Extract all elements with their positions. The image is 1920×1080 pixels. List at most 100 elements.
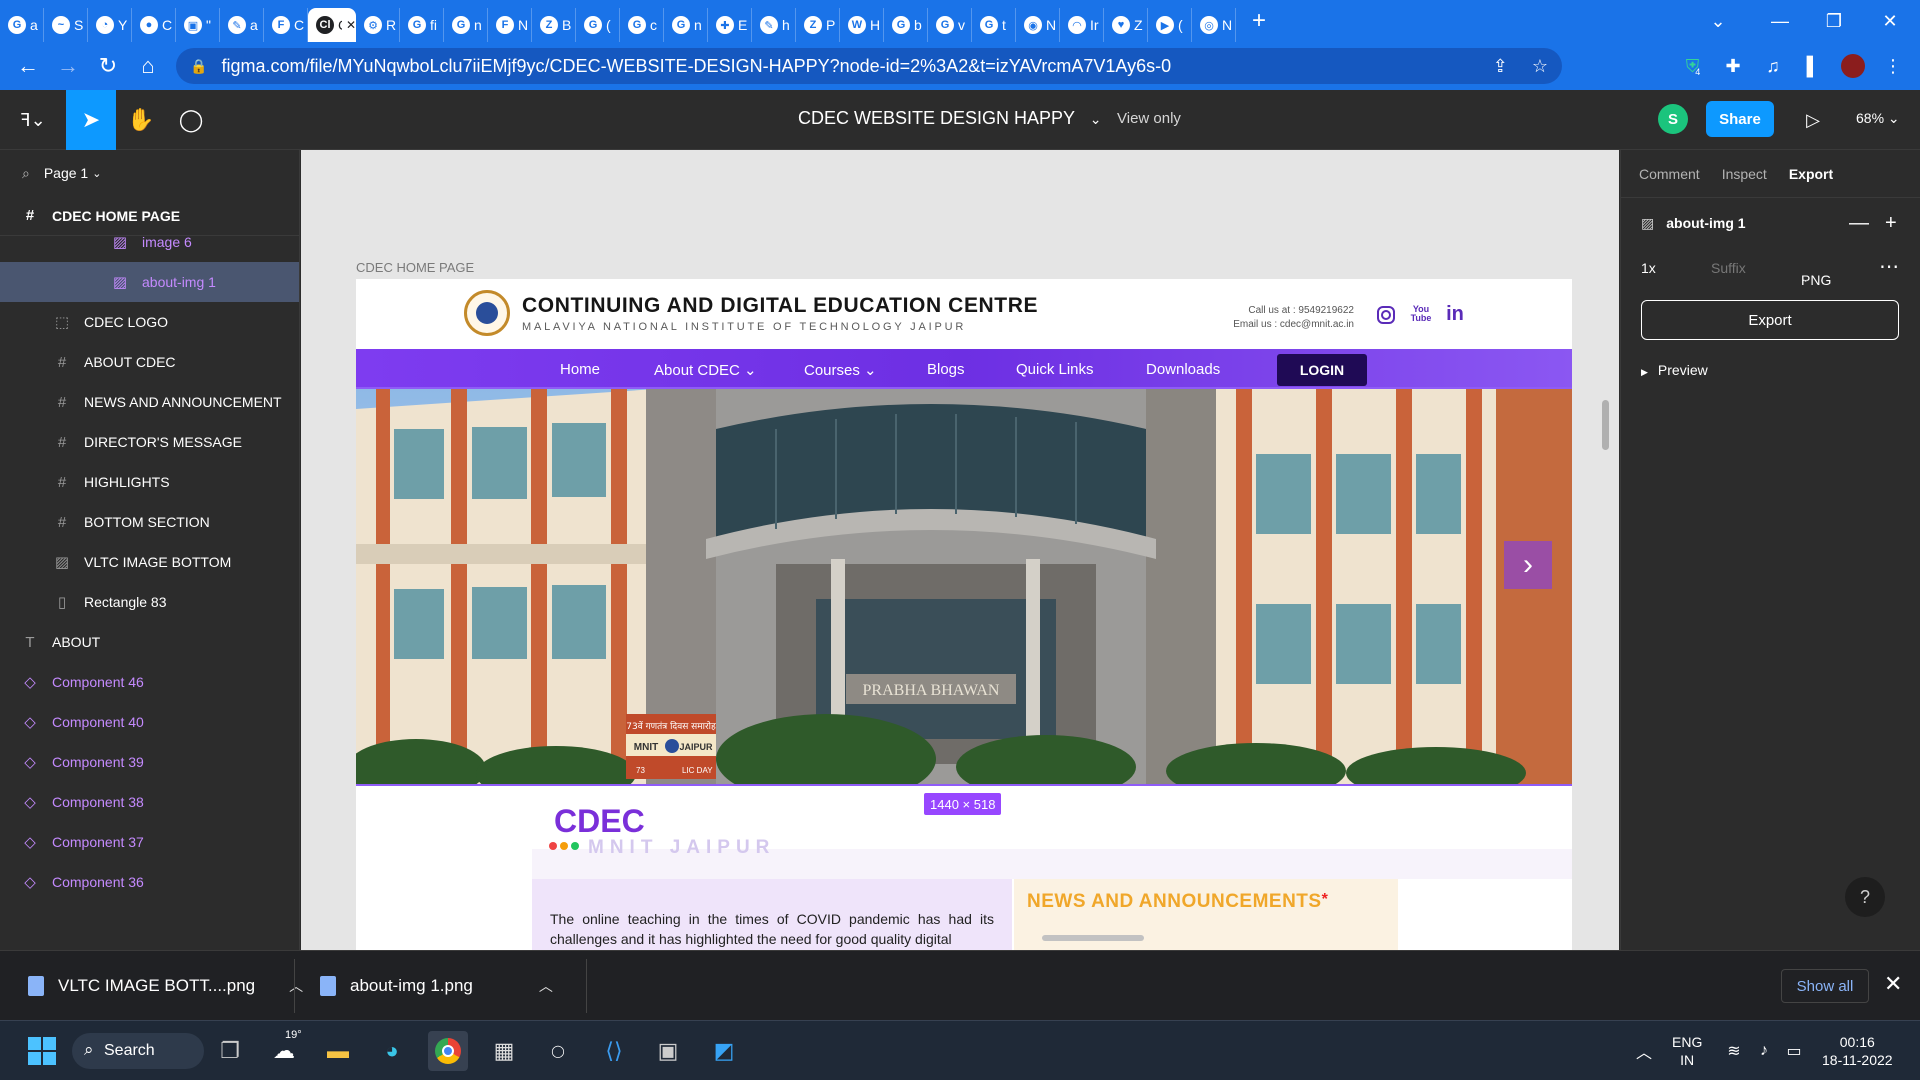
youtube-icon[interactable]: You Tube: [1410, 303, 1432, 325]
nav-about[interactable]: About CDEC ⌄: [654, 361, 757, 379]
carousel-next-arrow-icon[interactable]: ›: [1504, 541, 1552, 589]
preview-toggle[interactable]: ▶ Preview: [1641, 362, 1708, 378]
browser-tab[interactable]: Gc: [620, 8, 664, 42]
browser-tab[interactable]: Gb: [884, 8, 928, 42]
layer-item[interactable]: # NEWS AND ANNOUNCEMENT: [0, 382, 299, 422]
help-button[interactable]: ?: [1845, 877, 1885, 917]
browser-tab[interactable]: Gt: [972, 8, 1016, 42]
frame-label[interactable]: CDEC HOME PAGE: [356, 260, 474, 275]
nav-courses[interactable]: Courses ⌄: [804, 361, 877, 379]
new-tab-button[interactable]: +: [1242, 4, 1276, 38]
browser-tab[interactable]: Gn: [444, 8, 488, 42]
browser-tab[interactable]: G(: [576, 8, 620, 42]
comment-tool-icon[interactable]: ◯: [166, 90, 216, 150]
export-scale[interactable]: 1x: [1641, 260, 1656, 276]
move-tool-icon[interactable]: ➤: [66, 90, 116, 150]
close-shelf-icon[interactable]: ✕: [1884, 971, 1902, 997]
website-frame[interactable]: CONTINUING AND DIGITAL EDUCATION CENTRE …: [356, 279, 1572, 950]
browser-tab[interactable]: ~ S: [44, 8, 88, 42]
browser-tab[interactable]: ▣ ": [176, 8, 220, 42]
layer-item[interactable]: ▨ about-img 1: [0, 262, 299, 302]
show-all-button[interactable]: Show all: [1781, 969, 1869, 1003]
browser-tab[interactable]: ZP: [796, 8, 840, 42]
restore-button[interactable]: ❐: [1806, 0, 1862, 42]
close-tab-icon[interactable]: ✕: [346, 18, 356, 32]
browser-tab[interactable]: ✚ E: [708, 8, 752, 42]
nav-quick-links[interactable]: Quick Links: [1016, 361, 1094, 378]
tab-comment[interactable]: Comment: [1639, 166, 1700, 182]
browser-tab[interactable]: ✎ a: [220, 8, 264, 42]
remote-app-icon[interactable]: ◩: [704, 1031, 744, 1071]
browser-tab[interactable]: Ga: [0, 8, 44, 42]
side-panel-icon[interactable]: ▌: [1796, 42, 1830, 90]
more-options-icon[interactable]: ⋯: [1879, 254, 1899, 279]
bookmark-star-icon[interactable]: ☆: [1532, 56, 1548, 77]
browser-tab[interactable]: ◠ Ir: [1060, 8, 1104, 42]
vscode-icon[interactable]: ⟨⟩: [594, 1031, 634, 1071]
layer-item[interactable]: # DIRECTOR'S MESSAGE: [0, 422, 299, 462]
file-title[interactable]: CDEC WEBSITE DESIGN HAPPY ⌄: [798, 108, 1101, 129]
layer-item[interactable]: ▯ Rectangle 83: [0, 582, 299, 622]
layer-item[interactable]: ⬚ CDEC LOGO: [0, 302, 299, 342]
remove-export-icon[interactable]: —: [1849, 212, 1869, 235]
layer-item[interactable]: ◇ Component 46: [0, 662, 299, 702]
browser-tab[interactable]: ♥ Z: [1104, 8, 1148, 42]
reload-button[interactable]: ↻: [88, 46, 128, 86]
nav-blogs[interactable]: Blogs: [927, 361, 965, 378]
figma-main-menu-icon[interactable]: ꟻ⌄: [10, 90, 56, 150]
nav-home[interactable]: Home: [560, 361, 600, 378]
tab-search-icon[interactable]: ⌄: [1690, 0, 1746, 42]
nav-downloads[interactable]: Downloads: [1146, 361, 1220, 378]
export-button[interactable]: Export: [1641, 300, 1899, 340]
present-play-icon[interactable]: ▷: [1788, 90, 1838, 150]
chevron-up-icon[interactable]: ︿: [539, 976, 553, 996]
back-button[interactable]: ←: [8, 46, 48, 86]
chevron-up-icon[interactable]: ︿: [289, 976, 303, 996]
search-icon[interactable]: ⌕: [22, 165, 30, 182]
browser-tab[interactable]: FN: [488, 8, 532, 42]
canvas-scrollbar[interactable]: [1602, 400, 1609, 450]
about-img-hero[interactable]: PRABHA BHAWAN 73वें गणतंत्र दिवस समारोह …: [356, 387, 1572, 786]
browser-tab[interactable]: WH: [840, 8, 884, 42]
layer-item[interactable]: ◇ Component 36: [0, 862, 299, 902]
chrome-icon[interactable]: [428, 1031, 468, 1071]
suffix-input[interactable]: Suffix: [1711, 260, 1746, 276]
linkedin-icon[interactable]: in: [1444, 303, 1466, 325]
windows-start-icon[interactable]: [22, 1031, 62, 1071]
forward-button[interactable]: →: [48, 46, 88, 86]
user-avatar[interactable]: S: [1658, 104, 1688, 134]
hand-tool-icon[interactable]: ✋: [116, 90, 166, 150]
browser-tab[interactable]: ◔ Y: [88, 8, 132, 42]
minimize-button[interactable]: —: [1752, 0, 1808, 42]
tab-export[interactable]: Export: [1789, 166, 1833, 182]
layer-item[interactable]: ▨ VLTC IMAGE BOTTOM: [0, 542, 299, 582]
layer-item[interactable]: # HIGHLIGHTS: [0, 462, 299, 502]
share-button[interactable]: Share: [1706, 101, 1774, 137]
browser-tab[interactable]: Gn: [664, 8, 708, 42]
browser-tab[interactable]: ✎ h: [752, 8, 796, 42]
instagram-icon[interactable]: [1377, 306, 1395, 324]
close-window-button[interactable]: ✕: [1862, 0, 1918, 42]
add-export-icon[interactable]: +: [1885, 212, 1897, 235]
store-icon[interactable]: ▦: [484, 1031, 524, 1071]
layer-item[interactable]: ◇ Component 40: [0, 702, 299, 742]
layer-item[interactable]: ◇ Component 38: [0, 782, 299, 822]
task-view-icon[interactable]: ❐: [210, 1031, 250, 1071]
download-item-vltc[interactable]: VLTC IMAGE BOTT....png ︿: [28, 951, 303, 1021]
clock[interactable]: 00:16 18-11-2022: [1822, 1021, 1893, 1080]
layer-item[interactable]: T ABOUT: [0, 622, 299, 662]
layer-item[interactable]: # BOTTOM SECTION: [0, 502, 299, 542]
url-field[interactable]: 🔒 figma.com/file/MYuNqwboLclu7iiEMjf9yc/…: [176, 48, 1562, 84]
taskbar-search[interactable]: ⌕ Search: [72, 1033, 204, 1069]
browser-menu-icon[interactable]: ⋮: [1876, 42, 1910, 90]
zoom-dropdown[interactable]: 68% ⌄: [1856, 110, 1900, 127]
browser-tab[interactable]: ClCl ✕: [308, 8, 356, 42]
battery-icon[interactable]: ▭: [1774, 1031, 1814, 1071]
browser-tab[interactable]: ◎ N: [1192, 8, 1236, 42]
puzzle-extensions-icon[interactable]: ✚: [1716, 42, 1750, 90]
tray-chevron-up-icon[interactable]: ︿: [1624, 1031, 1664, 1071]
browser-tab[interactable]: ▶(: [1148, 8, 1192, 42]
layer-item[interactable]: ▨ image 6: [0, 222, 299, 262]
browser-tab[interactable]: ⚙ R: [356, 8, 400, 42]
download-item-about[interactable]: about-img 1.png ︿: [320, 951, 553, 1021]
